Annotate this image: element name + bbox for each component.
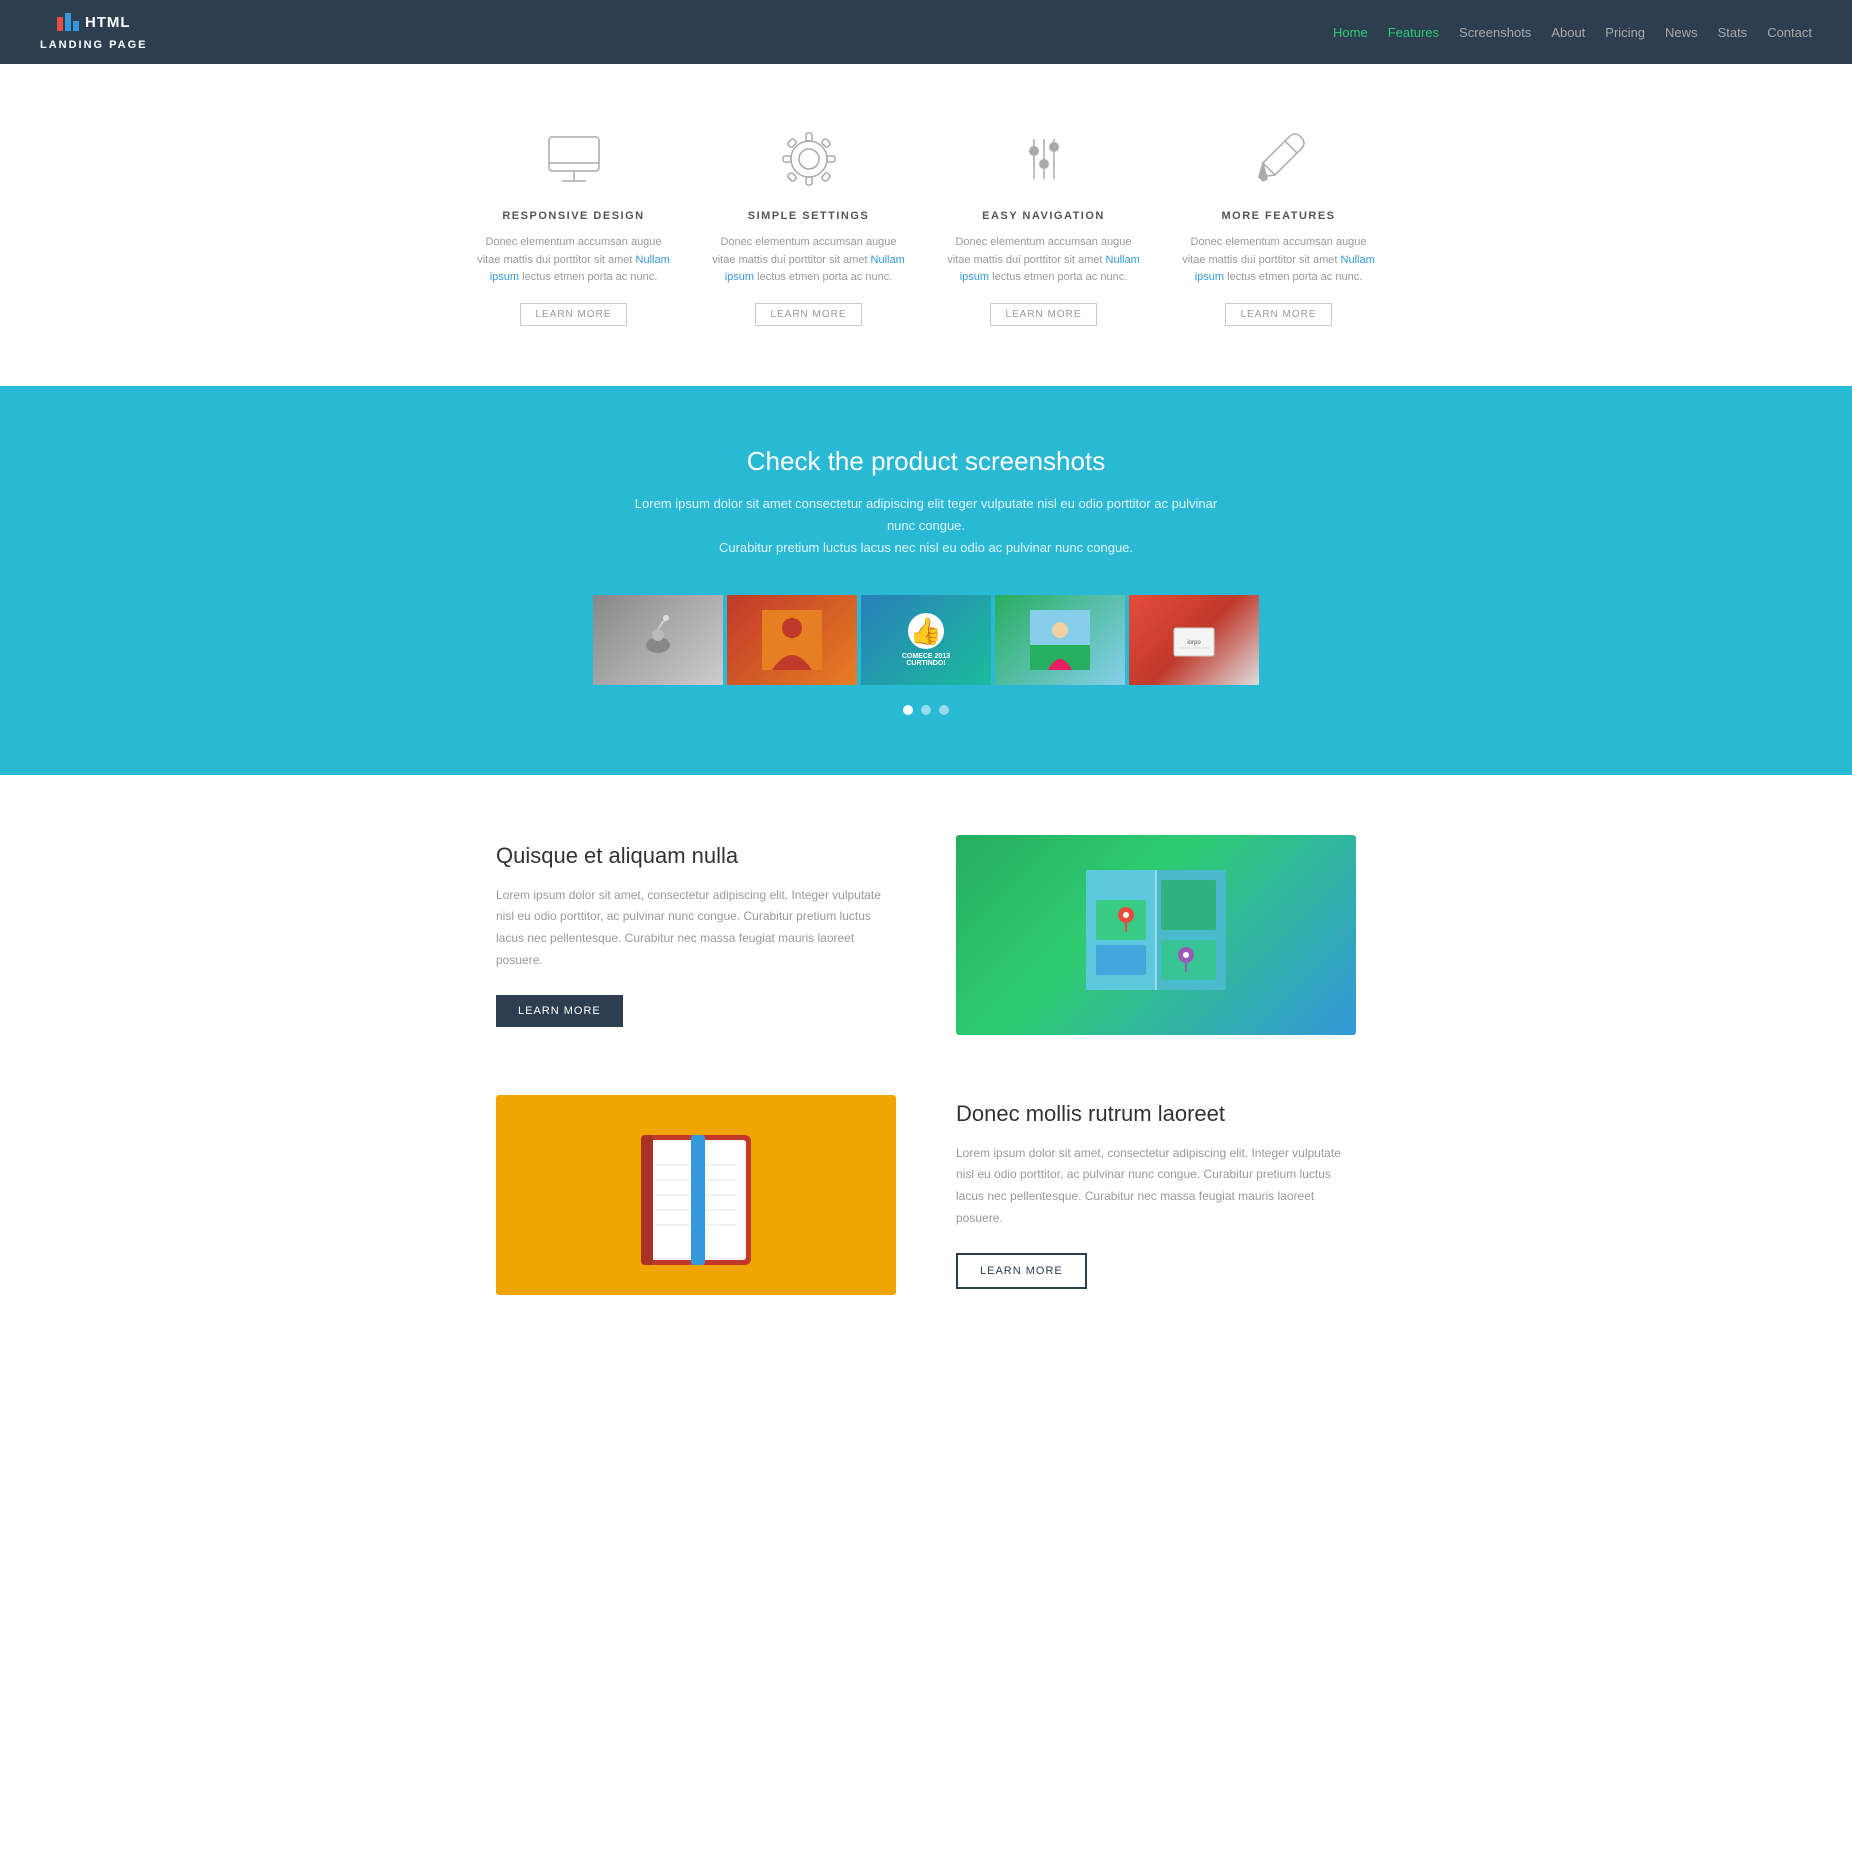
- carousel-dot-1[interactable]: [903, 705, 913, 715]
- feature-desc-1: Donec elementum accumsan augue vitae mat…: [476, 234, 671, 287]
- screenshots-carousel: 👍 COMECE 2013CURTINDO! iorpo: [40, 595, 1812, 685]
- svg-text:iorpo: iorpo: [1187, 640, 1201, 646]
- carousel-dot-3[interactable]: [939, 705, 949, 715]
- gear-icon: [774, 124, 844, 194]
- map-content-row: Quisque et aliquam nulla Lorem ipsum dol…: [496, 835, 1356, 1035]
- wallet-heading: Donec mollis rutrum laoreet: [956, 1101, 1356, 1127]
- feature-item-navigation: EASY NAVIGATION Donec elementum accumsan…: [946, 124, 1141, 326]
- brand: HTML LANDING PAGE: [40, 13, 148, 51]
- map-learn-more-btn[interactable]: LEARN MORE: [496, 995, 623, 1027]
- brand-logo: [57, 13, 79, 31]
- nav-link-news[interactable]: News: [1665, 25, 1698, 40]
- carousel-dot-2[interactable]: [921, 705, 931, 715]
- wallet-image: [496, 1095, 896, 1295]
- nav-link-stats[interactable]: Stats: [1718, 25, 1748, 40]
- map-text: Quisque et aliquam nulla Lorem ipsum dol…: [496, 843, 896, 1027]
- learn-more-btn-4[interactable]: LEARN MORE: [1225, 303, 1331, 326]
- feature-title-3: EASY NAVIGATION: [946, 210, 1141, 222]
- map-visual: [956, 835, 1356, 1035]
- map-heading: Quisque et aliquam nulla: [496, 843, 896, 869]
- bar-icon-3: [73, 21, 79, 31]
- nav-link-contact[interactable]: Contact: [1767, 25, 1812, 40]
- feature-item-settings: SIMPLE SETTINGS Donec elementum accumsan…: [711, 124, 906, 326]
- navbar: HTML LANDING PAGE Home Features Screensh…: [0, 0, 1852, 64]
- nav-link-pricing[interactable]: Pricing: [1605, 25, 1645, 40]
- map-desc: Lorem ipsum dolor sit amet, consectetur …: [496, 885, 896, 971]
- sliders-icon: [1009, 124, 1079, 194]
- nav-link-screenshots[interactable]: Screenshots: [1459, 25, 1531, 40]
- screenshot-thumb-5[interactable]: iorpo: [1129, 595, 1259, 685]
- map-image: [956, 835, 1356, 1035]
- screenshots-heading: Check the product screenshots: [40, 446, 1812, 477]
- bar-icon-1: [57, 17, 63, 31]
- wallet-svg: [616, 1115, 776, 1275]
- monitor-icon: [539, 124, 609, 194]
- feature-item-responsive: RESPONSIVE DESIGN Donec elementum accums…: [476, 124, 671, 326]
- learn-more-btn-1[interactable]: LEARN MORE: [520, 303, 626, 326]
- screenshots-desc: Lorem ipsum dolor sit amet consectetur a…: [626, 493, 1226, 559]
- screenshot-thumb-2[interactable]: [727, 595, 857, 685]
- navbar-links: Home Features Screenshots About Pricing …: [1333, 25, 1812, 40]
- feature-desc-3: Donec elementum accumsan augue vitae mat…: [946, 234, 1141, 287]
- map-svg: [1066, 860, 1246, 1010]
- feature-title-4: MORE FEATURES: [1181, 210, 1376, 222]
- brand-subtitle: LANDING PAGE: [40, 39, 148, 51]
- wallet-text: Donec mollis rutrum laoreet Lorem ipsum …: [956, 1101, 1356, 1289]
- wallet-desc: Lorem ipsum dolor sit amet, consectetur …: [956, 1143, 1356, 1229]
- feature-title-1: RESPONSIVE DESIGN: [476, 210, 671, 222]
- wallet-visual: [496, 1095, 896, 1295]
- nav-link-about[interactable]: About: [1551, 25, 1585, 40]
- feature-desc-2: Donec elementum accumsan augue vitae mat…: [711, 234, 906, 287]
- screenshots-section: Check the product screenshots Lorem ipsu…: [0, 386, 1852, 775]
- nav-link-home[interactable]: Home: [1333, 25, 1368, 40]
- features-grid: RESPONSIVE DESIGN Donec elementum accums…: [476, 124, 1376, 326]
- learn-more-btn-2[interactable]: LEARN MORE: [755, 303, 861, 326]
- feature-desc-4: Donec elementum accumsan augue vitae mat…: [1181, 234, 1376, 287]
- wallet-section: Donec mollis rutrum laoreet Lorem ipsum …: [0, 1095, 1852, 1355]
- feature-item-more: MORE FEATURES Donec elementum accumsan a…: [1181, 124, 1376, 326]
- bar-icon-2: [65, 13, 71, 31]
- screenshot-thumb-4[interactable]: [995, 595, 1125, 685]
- wallet-content-row: Donec mollis rutrum laoreet Lorem ipsum …: [496, 1095, 1356, 1295]
- screenshot-thumb-1[interactable]: [593, 595, 723, 685]
- learn-more-btn-3[interactable]: LEARN MORE: [990, 303, 1096, 326]
- brand-name: HTML: [85, 14, 131, 31]
- features-section: RESPONSIVE DESIGN Donec elementum accums…: [0, 64, 1852, 386]
- map-section: Quisque et aliquam nulla Lorem ipsum dol…: [0, 775, 1852, 1095]
- nav-link-features[interactable]: Features: [1388, 25, 1439, 40]
- feature-title-2: SIMPLE SETTINGS: [711, 210, 906, 222]
- carousel-dots: [40, 705, 1812, 715]
- pencil-icon: [1244, 124, 1314, 194]
- screenshot-thumb-3[interactable]: 👍 COMECE 2013CURTINDO!: [861, 595, 991, 685]
- wallet-learn-more-btn[interactable]: LEARN MORE: [956, 1253, 1087, 1289]
